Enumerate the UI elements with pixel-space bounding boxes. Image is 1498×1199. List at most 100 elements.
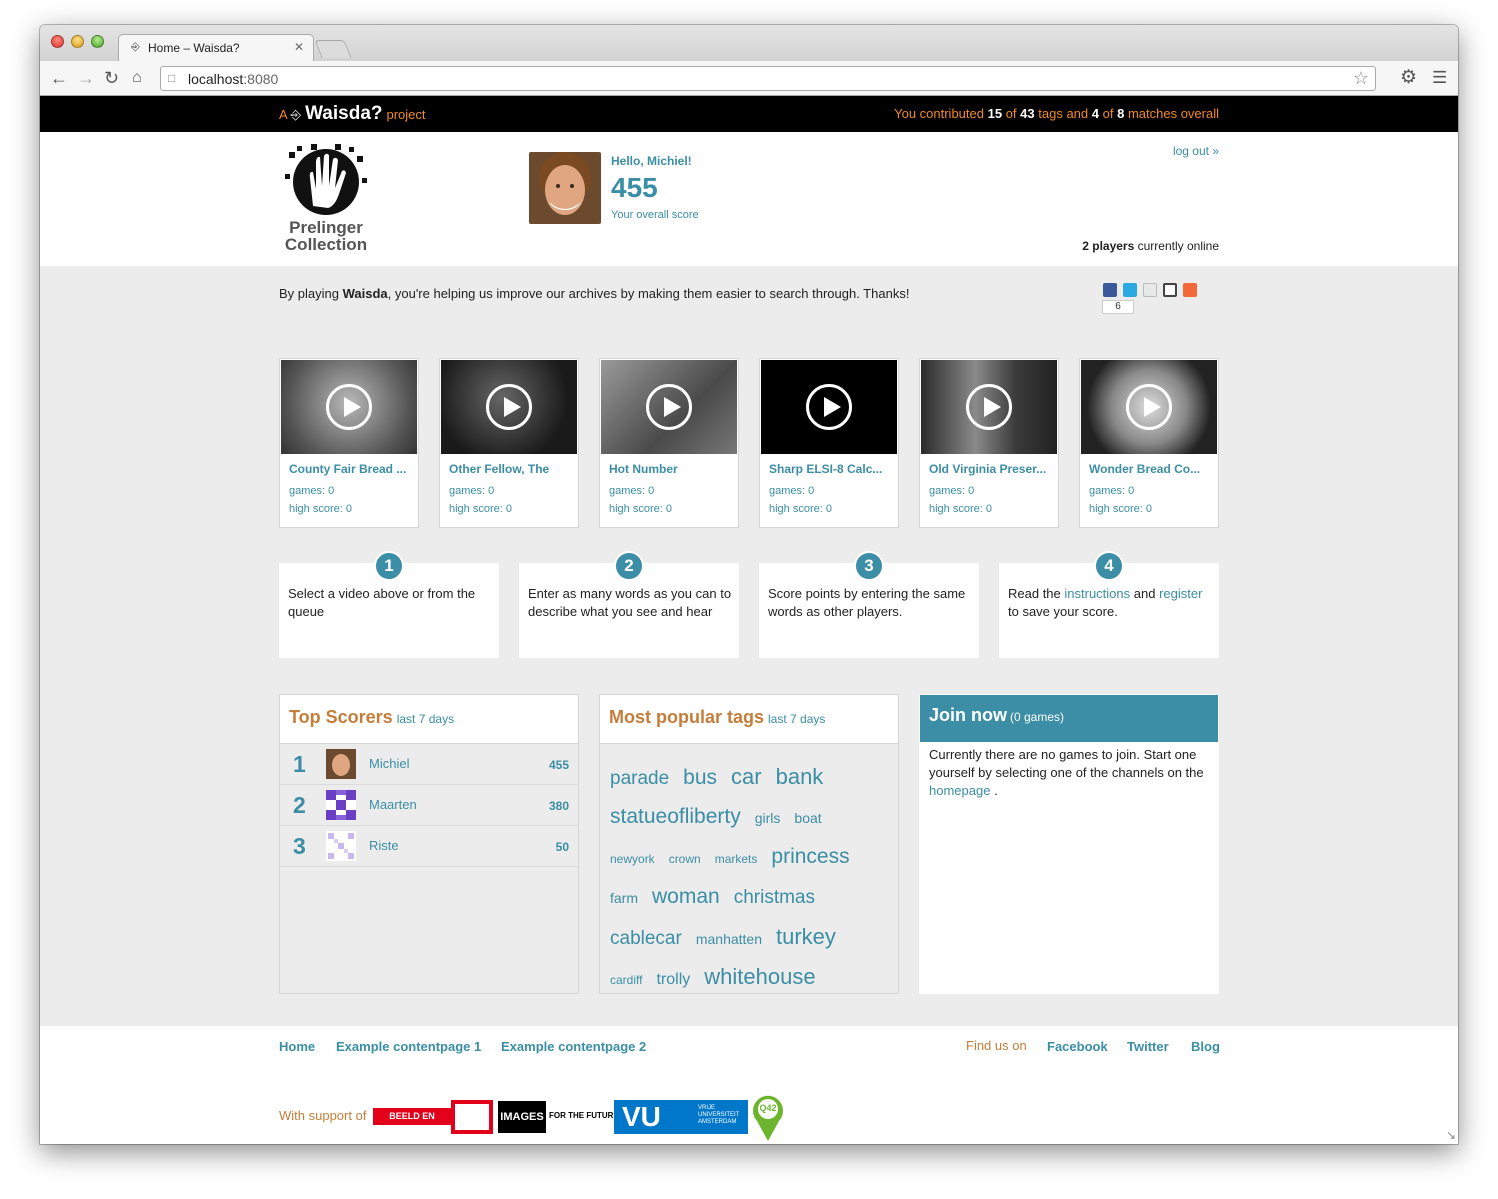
scorer-points: 455 [548,758,569,772]
bookmark-star-icon[interactable]: ☆ [1353,68,1369,89]
scorer-name[interactable]: Michiel [369,756,409,771]
minimize-window-button[interactable] [71,35,84,48]
tag-link[interactable]: girls [755,798,781,838]
tag-link[interactable]: turkey [776,917,836,957]
user-avatar[interactable] [529,152,601,224]
resize-grip-icon[interactable]: ↘ [1446,1128,1456,1142]
play-icon[interactable] [1126,384,1172,430]
twitter-share-icon[interactable] [1123,283,1137,297]
tag-link[interactable]: christmas [734,878,815,918]
video-title[interactable]: Old Virginia Preser... [929,462,1054,476]
footer-link-facebook[interactable]: Facebook [1047,1039,1108,1054]
print-icon[interactable] [1163,283,1177,297]
video-title[interactable]: Other Fellow, The [449,462,574,476]
video-card[interactable]: Hot Number games: 0 high score: 0 [599,358,739,528]
facebook-share-icon[interactable] [1103,283,1117,297]
tab-close-icon[interactable]: ✕ [294,40,304,54]
address-bar[interactable]: □ localhost:8080 ☆ [160,66,1376,91]
forward-arrow-icon[interactable]: → [77,67,95,89]
video-card[interactable]: Old Virginia Preser... games: 0 high sco… [919,358,1059,528]
scorer-points: 380 [548,799,569,813]
how-to-steps: 1 Select a video above or from the queue… [279,551,1219,661]
play-icon[interactable] [966,384,1012,430]
video-title[interactable]: Wonder Bread Co... [1089,462,1214,476]
tag-link[interactable]: car [731,757,762,797]
footer-link-home[interactable]: Home [279,1039,315,1054]
zoom-window-button[interactable] [91,35,104,48]
step-card: 3 Score points by entering the same word… [759,551,979,658]
tag-link[interactable]: statueofliberty [610,797,741,837]
tag-link[interactable]: bus [683,758,717,798]
scorer-avatar[interactable] [326,831,356,861]
menu-icon[interactable]: ☰ [1432,67,1447,89]
beeld-en-geluid-logo[interactable]: BEELD EN GELUID [373,1100,493,1138]
browser-tab[interactable]: ⎆ Home – Waisda? ✕ [118,34,314,61]
video-thumbnail[interactable] [1081,360,1217,454]
video-thumbnail[interactable] [761,360,897,454]
footer-link-contentpage-2[interactable]: Example contentpage 2 [501,1039,646,1054]
logout-link[interactable]: log out » [1173,144,1219,158]
new-tab-button[interactable] [314,40,352,58]
register-link[interactable]: register [1159,586,1202,601]
browser-toolbar: ← → ↻ ⌂ □ localhost:8080 ☆ ⚙ ☰ [40,61,1458,96]
scorer-name[interactable]: Riste [369,838,399,853]
vu-amsterdam-logo[interactable]: VU VRIJE UNIVERSITEIT AMSTERDAM [614,1100,748,1134]
back-arrow-icon[interactable]: ← [50,67,68,89]
q42-logo[interactable]: Q42 [752,1092,784,1142]
scorer-avatar[interactable] [326,790,356,820]
video-title[interactable]: County Fair Bread ... [289,462,414,476]
scorer-row[interactable]: 3 Riste 50 [280,826,578,867]
tag-link[interactable]: bank [776,757,824,797]
prelinger-hand-logo[interactable] [283,144,369,216]
images-for-the-future-logo[interactable]: IMAGES FOR THE FUTURE [498,1101,619,1133]
tag-link[interactable]: newyork [610,839,655,879]
home-icon[interactable]: ⌂ [132,67,142,89]
scorer-row[interactable]: 2 Maarten 380 [280,785,578,826]
video-games: games: 0 [449,485,495,497]
tag-link[interactable]: boat [794,798,821,838]
tag-link[interactable]: cardiff [610,960,642,1000]
play-icon[interactable] [806,384,852,430]
scorer-avatar[interactable] [326,749,356,779]
brand-name: Waisda? [305,103,383,124]
email-share-icon[interactable] [1143,283,1157,297]
play-icon[interactable] [646,384,692,430]
tag-link[interactable]: whitehouse [704,957,815,997]
video-games: games: 0 [769,485,815,497]
play-icon[interactable] [486,384,532,430]
tag-link[interactable]: woman [652,877,720,917]
tag-link[interactable]: farm [610,878,638,918]
footer-link-contentpage-1[interactable]: Example contentpage 1 [336,1039,481,1054]
video-thumbnail[interactable] [601,360,737,454]
reload-icon[interactable]: ↻ [104,67,119,89]
tag-link[interactable]: trolly [656,960,690,1000]
scorer-row[interactable]: 1 Michiel 455 [280,744,578,785]
tag-link[interactable]: crown [669,839,701,879]
video-thumbnail[interactable] [441,360,577,454]
tag-link[interactable]: manhatten [696,919,762,959]
video-title[interactable]: Hot Number [609,462,734,476]
homepage-link[interactable]: homepage [929,783,990,798]
video-title[interactable]: Sharp ELSI-8 Calc... [769,462,894,476]
footer-link-twitter[interactable]: Twitter [1127,1039,1169,1054]
video-thumbnail[interactable] [281,360,417,454]
play-icon[interactable] [326,384,372,430]
addthis-plus-icon[interactable] [1183,283,1197,297]
video-card[interactable]: Wonder Bread Co... games: 0 high score: … [1079,358,1219,528]
instructions-link[interactable]: instructions [1064,586,1130,601]
step-text: Score points by entering the same words … [768,586,966,619]
video-card[interactable]: Other Fellow, The games: 0 high score: 0 [439,358,579,528]
scorer-name[interactable]: Maarten [369,797,417,812]
video-card[interactable]: County Fair Bread ... games: 0 high scor… [279,358,419,528]
tag-link[interactable]: markets [715,839,758,879]
video-card[interactable]: Sharp ELSI-8 Calc... games: 0 high score… [759,358,899,528]
tag-link[interactable]: parade [610,759,669,799]
tag-link[interactable]: princess [771,837,849,877]
video-thumbnail[interactable] [921,360,1057,454]
brand[interactable]: A ⎆ Waisda? project [279,103,426,125]
settings-gear-icon[interactable]: ⚙ [1400,67,1417,89]
tag-link[interactable]: cablecar [610,919,682,959]
close-window-button[interactable] [51,35,64,48]
footer-link-blog[interactable]: Blog [1191,1039,1220,1054]
join-now-panel: Join now (0 games) Currently there are no… [919,694,1219,994]
